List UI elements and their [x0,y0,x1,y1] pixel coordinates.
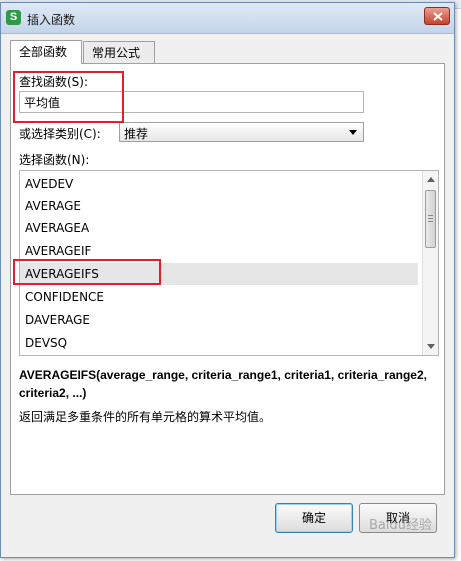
function-list-label: 选择函数(N): [19,153,90,167]
list-item[interactable]: AVEDEV [20,173,418,195]
scroll-down-icon[interactable] [427,344,435,349]
scroll-up-icon[interactable] [427,177,435,182]
category-label: 或选择类别(C): [19,127,101,141]
scrollbar-thumb[interactable] [425,190,436,248]
chevron-down-icon [349,130,357,135]
ok-button[interactable]: 确定 [275,503,353,533]
function-signature: AVERAGEIFS(average_range, criteria_range… [19,368,427,400]
dialog-title: 插入函数 [27,13,76,27]
search-input[interactable] [19,91,364,113]
tab-all-functions[interactable]: 全部函数 [10,40,82,64]
list-item[interactable]: CONFIDENCE [20,286,418,308]
list-item-selected[interactable]: AVERAGEIFS [20,263,418,285]
tab-panel: 查找函数(S): 或选择类别(C): 推荐 选择函数(N): AVEDEV AV… [10,63,445,495]
function-list[interactable]: AVEDEV AVERAGE AVERAGEA AVERAGEIF AVERAG… [19,170,439,356]
close-button[interactable] [424,7,450,25]
app-icon: S [6,10,21,25]
list-item[interactable]: AVERAGE [20,195,418,217]
scrollbar[interactable] [422,171,438,355]
close-icon [433,12,443,21]
list-item[interactable]: AVERAGEA [20,217,418,239]
function-description: 返回满足多重条件的所有单元格的算术平均值。 [19,410,272,424]
list-item[interactable]: DEVSQ [20,332,418,354]
search-label: 查找函数(S): [19,75,89,89]
category-select[interactable]: 推荐 [119,122,364,142]
list-item[interactable]: AVERAGEIF [20,240,418,262]
tab-common-formulas[interactable]: 常用公式 [83,41,155,63]
insert-function-dialog: S 插入函数 全部函数 常用公式 查找函数(S): 或选择类别(C): 推荐 选… [0,2,455,558]
category-value: 推荐 [124,127,149,141]
list-item[interactable]: DAVERAGE [20,309,418,331]
title-bar[interactable]: S 插入函数 [1,3,454,34]
watermark: Baidu经验 [369,518,432,533]
